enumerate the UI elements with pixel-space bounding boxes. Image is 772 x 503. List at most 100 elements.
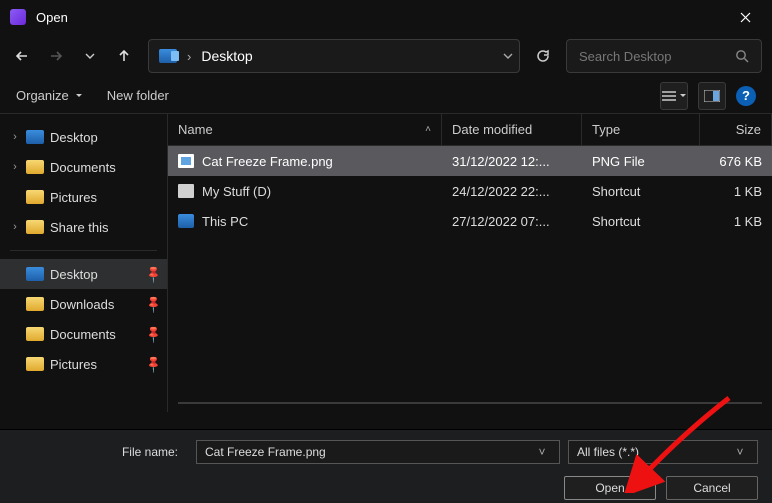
pin-icon: 📌 xyxy=(143,294,163,314)
image-icon xyxy=(178,154,194,168)
column-date[interactable]: Date modified xyxy=(442,114,582,145)
search-icon xyxy=(735,49,749,63)
document-icon xyxy=(26,327,44,341)
tree-item-label: Share this xyxy=(50,220,109,235)
refresh-button[interactable] xyxy=(526,39,560,73)
sort-asc-icon: ˄ xyxy=(425,124,431,135)
tree-item-pictures[interactable]: Pictures xyxy=(0,182,167,212)
file-name-input[interactable]: Cat Freeze Frame.png ˅ xyxy=(196,440,560,464)
filter-dropdown-icon[interactable]: ˅ xyxy=(731,445,749,459)
path-box[interactable]: › Desktop xyxy=(148,39,520,73)
file-name-dropdown-icon[interactable]: ˅ xyxy=(533,445,551,459)
file-size: 1 KB xyxy=(700,214,772,229)
tree-divider xyxy=(10,250,157,251)
arrow-right-icon xyxy=(49,49,63,63)
preview-pane-icon xyxy=(704,90,720,102)
folder-icon xyxy=(26,220,44,234)
nav-buttons xyxy=(14,48,132,64)
arrow-left-icon xyxy=(15,49,29,63)
file-name-value: Cat Freeze Frame.png xyxy=(205,445,533,459)
quick-item-desktop[interactable]: Desktop 📌 xyxy=(0,259,167,289)
tree-item-label: Desktop xyxy=(50,267,98,282)
refresh-icon xyxy=(535,48,551,64)
tree-item-label: Pictures xyxy=(50,190,97,205)
search-box[interactable]: Search Desktop xyxy=(566,39,762,73)
file-size: 1 KB xyxy=(700,184,772,199)
chevron-right-icon: › xyxy=(10,161,20,173)
file-date: 27/12/2022 07:... xyxy=(442,214,582,229)
file-size: 676 KB xyxy=(700,154,772,169)
search-placeholder: Search Desktop xyxy=(579,49,725,64)
quick-item-downloads[interactable]: Downloads📌 xyxy=(0,289,167,319)
pin-icon: 📌 xyxy=(143,324,163,344)
tree-item-label: Desktop xyxy=(50,130,98,145)
file-type-filter[interactable]: All files (*.*) ˅ xyxy=(568,440,758,464)
file-row[interactable]: My Stuff (D) 24/12/2022 22:... Shortcut … xyxy=(168,176,772,206)
open-button[interactable]: Open xyxy=(564,476,656,500)
view-mode-button[interactable] xyxy=(660,82,688,110)
file-name: My Stuff (D) xyxy=(202,184,271,199)
pin-icon: 📌 xyxy=(143,264,163,284)
cancel-button[interactable]: Cancel xyxy=(666,476,758,500)
preview-pane-button[interactable] xyxy=(698,82,726,110)
file-rows[interactable]: Cat Freeze Frame.png 31/12/2022 12:... P… xyxy=(168,146,772,412)
recent-button[interactable] xyxy=(82,48,98,64)
up-button[interactable] xyxy=(116,48,132,64)
main-area: › Desktop › Documents Pictures ›Share this De… xyxy=(0,114,772,412)
column-name: Name˄ xyxy=(168,114,442,145)
close-button[interactable] xyxy=(722,0,768,34)
path-location: Desktop xyxy=(201,48,252,64)
desktop-path-icon xyxy=(159,49,177,63)
download-icon xyxy=(26,297,44,311)
titlebar: Open xyxy=(0,0,772,34)
file-name: Cat Freeze Frame.png xyxy=(202,154,333,169)
tree-item-label: Documents xyxy=(50,327,116,342)
organize-button[interactable]: Organize xyxy=(16,88,83,103)
picture-icon xyxy=(26,357,44,371)
file-date: 31/12/2022 12:... xyxy=(442,154,582,169)
folder-icon xyxy=(26,190,44,204)
window-title: Open xyxy=(36,10,722,25)
file-list-header[interactable]: Name˄ Date modified Type Size xyxy=(168,114,772,146)
tree-item-documents[interactable]: › Documents xyxy=(0,152,167,182)
filter-value: All files (*.*) xyxy=(577,445,731,459)
back-button[interactable] xyxy=(14,48,30,64)
tree-item-desktop[interactable]: › Desktop xyxy=(0,122,167,152)
path-dropdown-icon[interactable] xyxy=(503,49,513,64)
new-folder-button[interactable]: New folder xyxy=(107,88,169,103)
folder-icon xyxy=(26,160,44,174)
file-date: 24/12/2022 22:... xyxy=(442,184,582,199)
path-separator-icon: › xyxy=(187,49,191,64)
tree-item-label: Documents xyxy=(50,160,116,175)
nav-tree[interactable]: › Desktop › Documents Pictures ›Share this De… xyxy=(0,114,168,412)
desktop-icon xyxy=(26,130,44,144)
footer: File name: Cat Freeze Frame.png ˅ All fi… xyxy=(0,429,772,503)
pin-icon: 📌 xyxy=(143,354,163,374)
file-name-label: File name: xyxy=(14,445,188,459)
file-type: Shortcut xyxy=(582,214,700,229)
desktop-icon xyxy=(26,267,44,281)
tree-item-label: Pictures xyxy=(50,357,97,372)
toolbar: Organize New folder ? xyxy=(0,78,772,114)
chevron-right-icon: › xyxy=(10,131,20,143)
scrollbar[interactable] xyxy=(178,402,762,404)
chevron-down-icon xyxy=(85,51,95,61)
quick-item-documents[interactable]: Documents 📌 xyxy=(0,319,167,349)
file-type: PNG File xyxy=(582,154,700,169)
file-list: Name˄ Date modified Type Size Cat Freeze… xyxy=(168,114,772,412)
tree-item-share-this[interactable]: ›Share this xyxy=(0,212,167,242)
file-row[interactable]: This PC 27/12/2022 07:... Shortcut 1 KB xyxy=(168,206,772,236)
file-type: Shortcut xyxy=(582,184,700,199)
list-view-icon xyxy=(661,90,677,102)
close-icon xyxy=(740,12,751,23)
file-row[interactable]: Cat Freeze Frame.png 31/12/2022 12:... P… xyxy=(168,146,772,176)
app-icon xyxy=(10,9,26,25)
pc-icon xyxy=(178,214,194,228)
column-type[interactable]: Type xyxy=(582,114,700,145)
help-button[interactable]: ? xyxy=(736,86,756,106)
column-size[interactable]: Size xyxy=(700,114,772,145)
arrow-up-icon xyxy=(117,49,131,63)
quick-item-pictures[interactable]: Pictures 📌 xyxy=(0,349,167,379)
forward-button[interactable] xyxy=(48,48,64,64)
nav-row: › Desktop Search Desktop xyxy=(0,34,772,78)
